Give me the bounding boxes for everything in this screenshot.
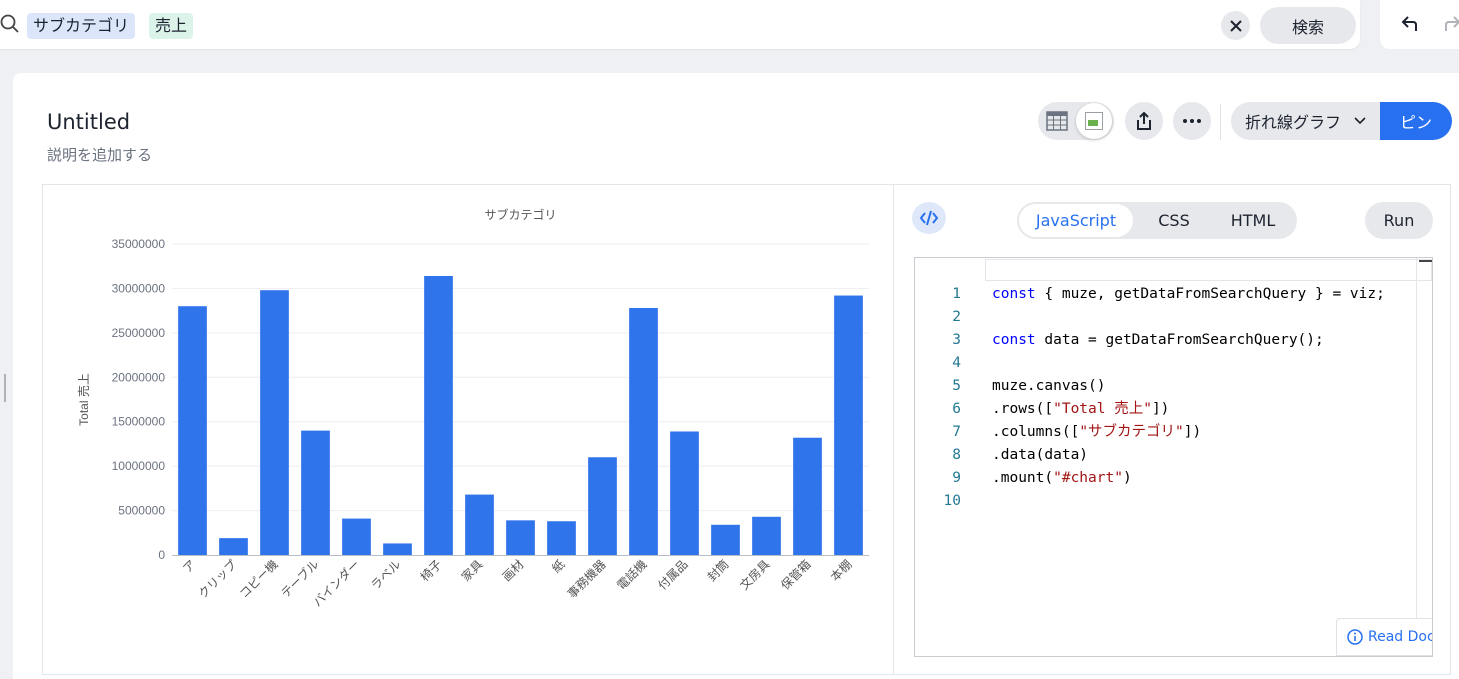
resize-handle[interactable] [4,374,6,402]
bar [424,275,453,555]
x-tick-label: 本棚 [827,557,855,585]
bar [588,457,617,555]
chart-title: サブカテゴリ [484,207,556,222]
undo-redo-group [1380,0,1459,49]
y-tick-label: 5000000 [118,504,165,518]
search-button[interactable]: 検索 [1260,7,1356,44]
y-tick-label: 30000000 [112,281,166,295]
code-line: 4 [952,355,961,371]
code-editor[interactable]: 1 const { muze, getDataFromSearchQuery } … [914,257,1433,657]
bar [711,524,740,555]
x-tick-label: コピー機 [236,557,281,602]
code-line: 10 [943,493,961,509]
read-docs-label: Read Docs [1368,629,1432,645]
x-tick-label: ラベル [368,557,403,592]
close-icon [1229,19,1242,32]
table-view-icon[interactable] [1046,111,1068,131]
x-tick-label: クリップ [196,557,240,601]
x-tick-label: 紙 [549,557,568,576]
y-axis-label: Total 売上 [76,373,91,426]
run-button[interactable]: Run [1365,202,1433,239]
y-tick-label: 0 [158,548,165,562]
tab-html[interactable]: HTML [1213,204,1293,237]
bar [342,518,371,555]
code-line: 8 .data(data) [952,447,1089,463]
x-tick-label: 家具 [458,557,486,585]
chart-view-icon [1085,112,1103,130]
bar-chart: サブカテゴリ Total 売上 0 5000000 10000000 15000000 20… [76,207,869,610]
share-button[interactable] [1125,102,1163,140]
language-tabs: JavaScript CSS HTML [1017,202,1297,239]
chart-type-dropdown[interactable]: 折れ線グラフ [1231,102,1381,140]
answer-card: Untitled 説明を追加する 折れ線グラフ ピン サブカテゴリ Total … [13,73,1459,679]
chart-view-button[interactable] [1076,103,1112,139]
active-line-highlight [985,259,1432,281]
code-toggle-button[interactable] [912,202,946,234]
clear-search-button[interactable] [1221,11,1250,40]
code-icon [919,210,939,226]
code-line: 3 const data = getDataFromSearchQuery(); [952,332,1324,348]
bar [260,290,289,555]
x-tick-label: 付属品 [655,557,690,592]
x-tick-label: 封筒 [704,557,732,585]
more-options-button[interactable] [1173,102,1211,140]
bar [752,516,781,555]
y-tick-label: 15000000 [112,415,166,429]
x-tick-label: 保管箱 [778,557,814,593]
bar [629,307,658,555]
info-icon [1347,629,1363,645]
undo-icon[interactable] [1400,14,1420,34]
x-tick-label: 文房具 [737,557,773,593]
code-panel: JavaScript CSS HTML Run 1 const { muze, g… [893,184,1451,675]
y-tick-label: 20000000 [112,370,166,384]
bar [834,295,863,555]
tab-css[interactable]: CSS [1137,204,1211,237]
bar [301,430,330,555]
x-tick-label: 電話機 [614,557,650,593]
bar [178,306,207,555]
code-line: 2 [952,309,961,325]
code-line: 9 .mount("#chart") [952,470,1132,486]
x-tick-label: 画材 [500,557,527,584]
redo-icon[interactable] [1442,14,1459,34]
search-bar[interactable]: サブカテゴリ 売上 検索 [0,0,1360,49]
bar [670,431,699,555]
y-tick-label: 35000000 [112,237,166,251]
tab-javascript[interactable]: JavaScript [1019,204,1133,237]
code-line: 7 .columns(["サブカテゴリ"]) [952,424,1202,440]
more-icon [1183,119,1201,123]
search-token-measure[interactable]: 売上 [149,13,194,39]
toolbar-divider [1220,104,1221,140]
bar [383,543,412,555]
pin-button[interactable]: ピン [1380,102,1452,140]
editor-scrollbar[interactable] [1416,258,1432,656]
y-tick-label: 10000000 [112,459,166,473]
x-tick-label: ア [180,557,198,575]
search-icon [0,14,19,33]
x-tick-label: 椅子 [418,557,445,584]
chart-panel: サブカテゴリ Total 売上 0 5000000 10000000 15000000 20… [42,184,894,675]
share-icon [1137,111,1151,130]
answer-title[interactable]: Untitled [47,110,130,134]
code-line: 1 const { muze, getDataFromSearchQuery } … [952,286,1385,302]
bar [465,494,494,555]
answer-description[interactable]: 説明を追加する [47,144,152,165]
code-line: 6 .rows(["Total 売上"]) [952,401,1170,417]
chevron-down-icon [1354,117,1366,125]
bar [506,520,535,555]
read-docs-link[interactable]: Read Docs [1336,618,1432,656]
code-line: 5 muze.canvas() [952,378,1106,394]
y-tick-label: 25000000 [112,326,166,340]
bar [547,521,576,555]
bar [219,538,248,555]
view-toggle [1038,102,1114,140]
search-token-attribute[interactable]: サブカテゴリ [27,13,136,39]
bar [793,437,822,555]
x-tick-label: 事務機器 [564,557,609,602]
chart-type-label: 折れ線グラフ [1245,113,1342,132]
